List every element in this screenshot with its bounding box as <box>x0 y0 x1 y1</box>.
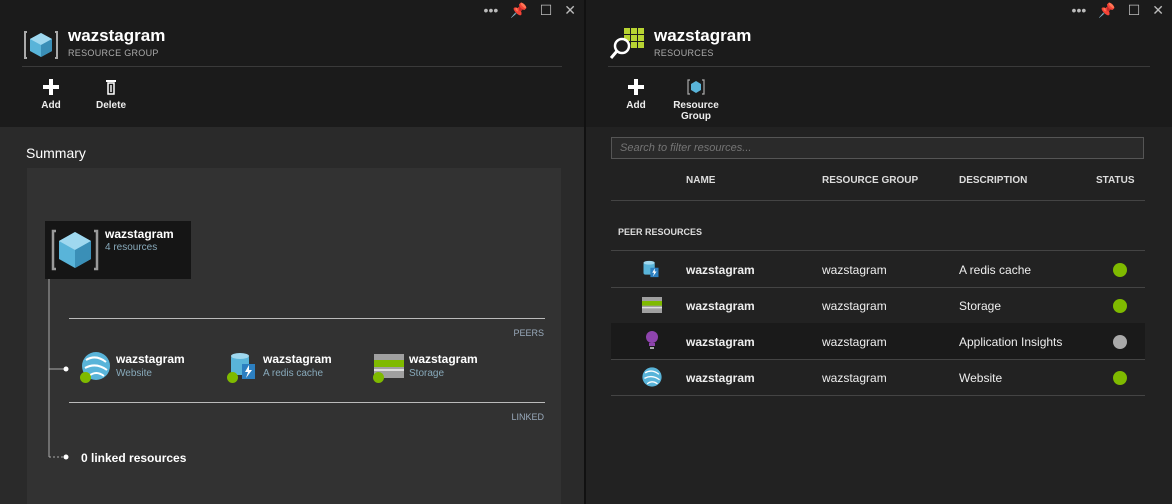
resource-group-label-2: Group <box>681 111 711 122</box>
column-header-name[interactable]: NAME <box>686 175 715 186</box>
row-name[interactable]: wazstagram <box>686 263 755 277</box>
add-label: Add <box>626 100 646 111</box>
resource-group-label-1: Resource <box>673 100 719 111</box>
resource-group-button[interactable]: Resource Group <box>666 78 726 122</box>
row-name[interactable]: wazstagram <box>686 299 755 313</box>
plus-icon <box>628 79 644 95</box>
row-description: A redis cache <box>959 263 1032 277</box>
maximize-icon[interactable]: ☐ <box>1128 0 1141 20</box>
pin-icon[interactable]: 📌 <box>1098 0 1115 20</box>
row-description: Website <box>959 371 1003 385</box>
resources-blade: ••• 📌 ☐ ✕ wazstagram RESOURCES Add Resou… <box>586 0 1172 504</box>
row-group: wazstagram <box>822 263 887 277</box>
filter-input[interactable] <box>611 137 1144 159</box>
blade-title-row: wazstagram RESOURCE GROUP <box>22 24 562 67</box>
peer-type: Storage <box>409 368 445 379</box>
blade-title: wazstagram <box>654 26 752 45</box>
peer-type: Website <box>116 368 152 379</box>
peer-resources-label: PEER RESOURCES <box>618 227 703 237</box>
resource-group-icon <box>51 229 99 271</box>
peer-type: A redis cache <box>263 368 324 379</box>
more-options-icon[interactable]: ••• <box>1072 0 1087 20</box>
group-tile-name: wazstagram <box>105 227 174 241</box>
summary-heading: Summary <box>26 145 86 161</box>
peer-tile-website[interactable]: wazstagram Website <box>80 350 185 387</box>
header-divider <box>611 200 1145 201</box>
status-ok-icon <box>1113 263 1127 277</box>
blade-title-row: wazstagram RESOURCES <box>608 24 1150 67</box>
group-tile-count: 4 resources <box>105 242 158 253</box>
row-group: wazstagram <box>822 335 887 349</box>
close-icon[interactable]: ✕ <box>564 0 576 20</box>
resource-group-tile[interactable]: wazstagram 4 resources <box>45 221 191 279</box>
peer-name: wazstagram <box>409 352 478 366</box>
blade-window-controls: ••• 📌 ☐ ✕ <box>484 0 584 20</box>
blade-subtitle: RESOURCE GROUP <box>68 48 159 58</box>
peer-tile-storage[interactable]: wazstagram Storage <box>373 350 478 387</box>
row-description: Application Insights <box>959 335 1063 349</box>
resource-group-blade: ••• 📌 ☐ ✕ wazstagram RESOURCE GROUP Add … <box>0 0 584 504</box>
status-ok-icon <box>1113 371 1127 385</box>
linked-resources-text[interactable]: 0 linked resources <box>81 451 186 465</box>
connector-lines <box>48 279 69 460</box>
check-icon <box>227 372 238 383</box>
resource-group-icon <box>687 79 705 95</box>
peer-name: wazstagram <box>116 352 185 366</box>
lightbulb-icon <box>646 331 658 349</box>
linked-label: LINKED <box>511 412 544 422</box>
table-row[interactable]: wazstagram wazstagram A redis cache <box>611 251 1145 288</box>
resources-icon <box>610 28 644 59</box>
check-icon <box>373 372 384 383</box>
row-group: wazstagram <box>822 371 887 385</box>
pin-icon[interactable]: 📌 <box>510 0 527 20</box>
storage-icon <box>642 297 662 313</box>
column-header-resource-group[interactable]: RESOURCE GROUP <box>822 175 918 186</box>
add-button[interactable]: Add <box>21 78 81 111</box>
linked-divider <box>69 402 545 403</box>
check-icon <box>80 372 91 383</box>
status-ok-icon <box>1113 299 1127 313</box>
table-row[interactable]: wazstagram wazstagram Storage <box>611 287 1145 324</box>
peer-name: wazstagram <box>263 352 332 366</box>
delete-label: Delete <box>95 100 126 111</box>
peers-label: PEERS <box>513 328 544 338</box>
peers-divider <box>69 318 545 319</box>
row-group: wazstagram <box>822 299 887 313</box>
blade-title: wazstagram <box>68 26 166 45</box>
table-row[interactable]: wazstagram wazstagram Website <box>611 359 1145 396</box>
trash-icon <box>106 80 116 95</box>
maximize-icon[interactable]: ☐ <box>540 0 553 20</box>
blade-header: ••• 📌 ☐ ✕ wazstagram RESOURCES Add Resou… <box>586 0 1172 127</box>
add-button[interactable]: Add <box>606 78 666 111</box>
row-description: Storage <box>959 299 1002 313</box>
peer-tile-redis[interactable]: wazstagram A redis cache <box>227 350 332 387</box>
row-name[interactable]: wazstagram <box>686 371 755 385</box>
plus-icon <box>43 79 59 95</box>
more-options-icon[interactable]: ••• <box>484 0 499 20</box>
close-icon[interactable]: ✕ <box>1152 0 1164 20</box>
blade-window-controls: ••• 📌 ☐ ✕ <box>1072 0 1172 20</box>
blade-subtitle: RESOURCES <box>654 48 714 58</box>
column-header-status[interactable]: STATUS <box>1096 175 1135 186</box>
status-unknown-icon <box>1113 335 1127 349</box>
row-name[interactable]: wazstagram <box>686 335 755 349</box>
redis-cache-icon <box>643 260 659 278</box>
delete-button[interactable]: Delete <box>81 78 141 111</box>
blade-header: ••• 📌 ☐ ✕ wazstagram RESOURCE GROUP Add … <box>0 0 584 127</box>
website-icon <box>642 367 662 387</box>
resource-group-icon <box>24 31 58 59</box>
add-label: Add <box>41 100 61 111</box>
column-header-description[interactable]: DESCRIPTION <box>959 175 1027 186</box>
table-row[interactable]: wazstagram wazstagram Application Insigh… <box>611 323 1145 360</box>
